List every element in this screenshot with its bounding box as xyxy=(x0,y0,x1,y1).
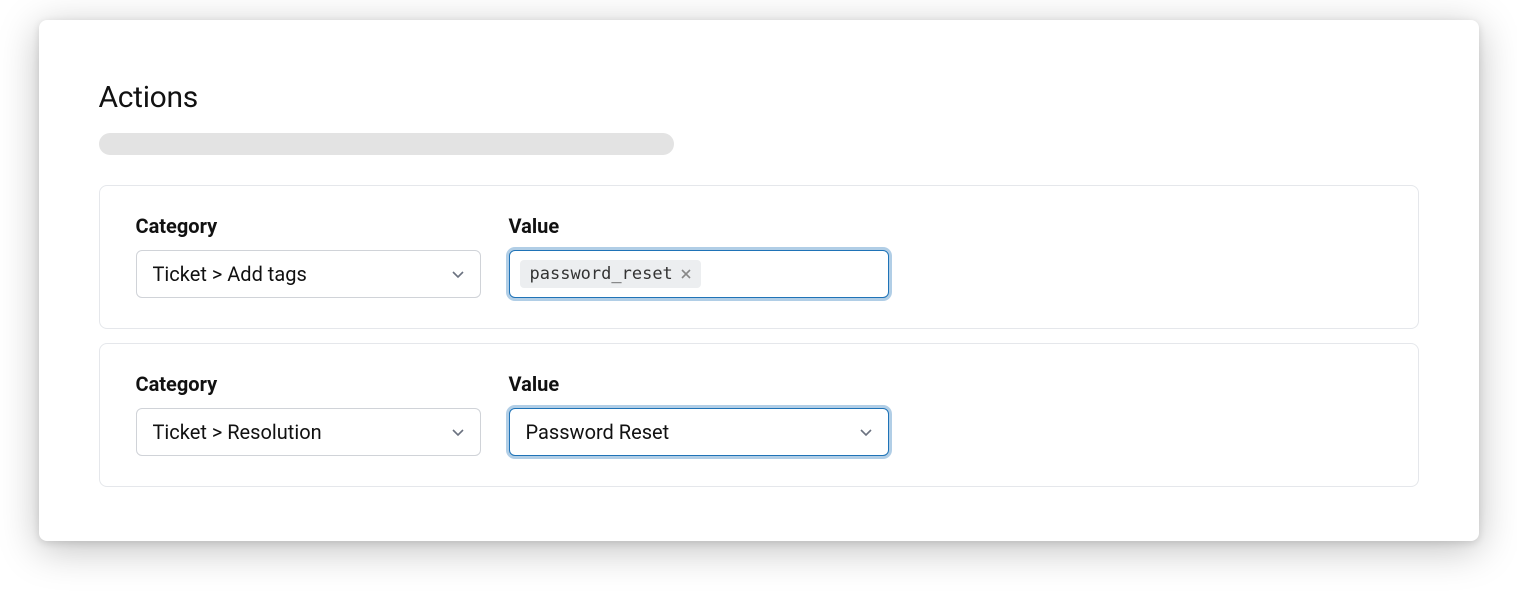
action-row: Category Ticket > Resolution Value Passw… xyxy=(99,343,1419,487)
category-field: Category Ticket > Add tags xyxy=(136,214,481,298)
category-select[interactable]: Ticket > Add tags xyxy=(136,250,481,298)
action-row: Category Ticket > Add tags Value passwor… xyxy=(99,185,1419,329)
value-field: Value Password Reset xyxy=(509,372,889,456)
chevron-down-icon xyxy=(858,424,874,440)
value-field: Value password_reset xyxy=(509,214,889,298)
page-title: Actions xyxy=(99,80,1419,115)
actions-panel: Actions Category Ticket > Add tags Value… xyxy=(39,20,1479,541)
tag-text: password_reset xyxy=(530,264,673,284)
category-label: Category xyxy=(136,372,481,396)
value-label: Value xyxy=(509,214,889,238)
chevron-down-icon xyxy=(450,266,466,282)
tags-input[interactable]: password_reset xyxy=(509,250,889,298)
category-field: Category Ticket > Resolution xyxy=(136,372,481,456)
value-label: Value xyxy=(509,372,889,396)
value-select-value: Password Reset xyxy=(526,420,670,444)
category-label: Category xyxy=(136,214,481,238)
category-select-value: Ticket > Add tags xyxy=(153,262,307,286)
close-icon[interactable] xyxy=(679,267,693,281)
tag-pill: password_reset xyxy=(520,260,701,288)
category-select[interactable]: Ticket > Resolution xyxy=(136,408,481,456)
value-select[interactable]: Password Reset xyxy=(509,408,889,456)
chevron-down-icon xyxy=(450,424,466,440)
description-placeholder xyxy=(99,133,674,155)
category-select-value: Ticket > Resolution xyxy=(153,420,322,444)
